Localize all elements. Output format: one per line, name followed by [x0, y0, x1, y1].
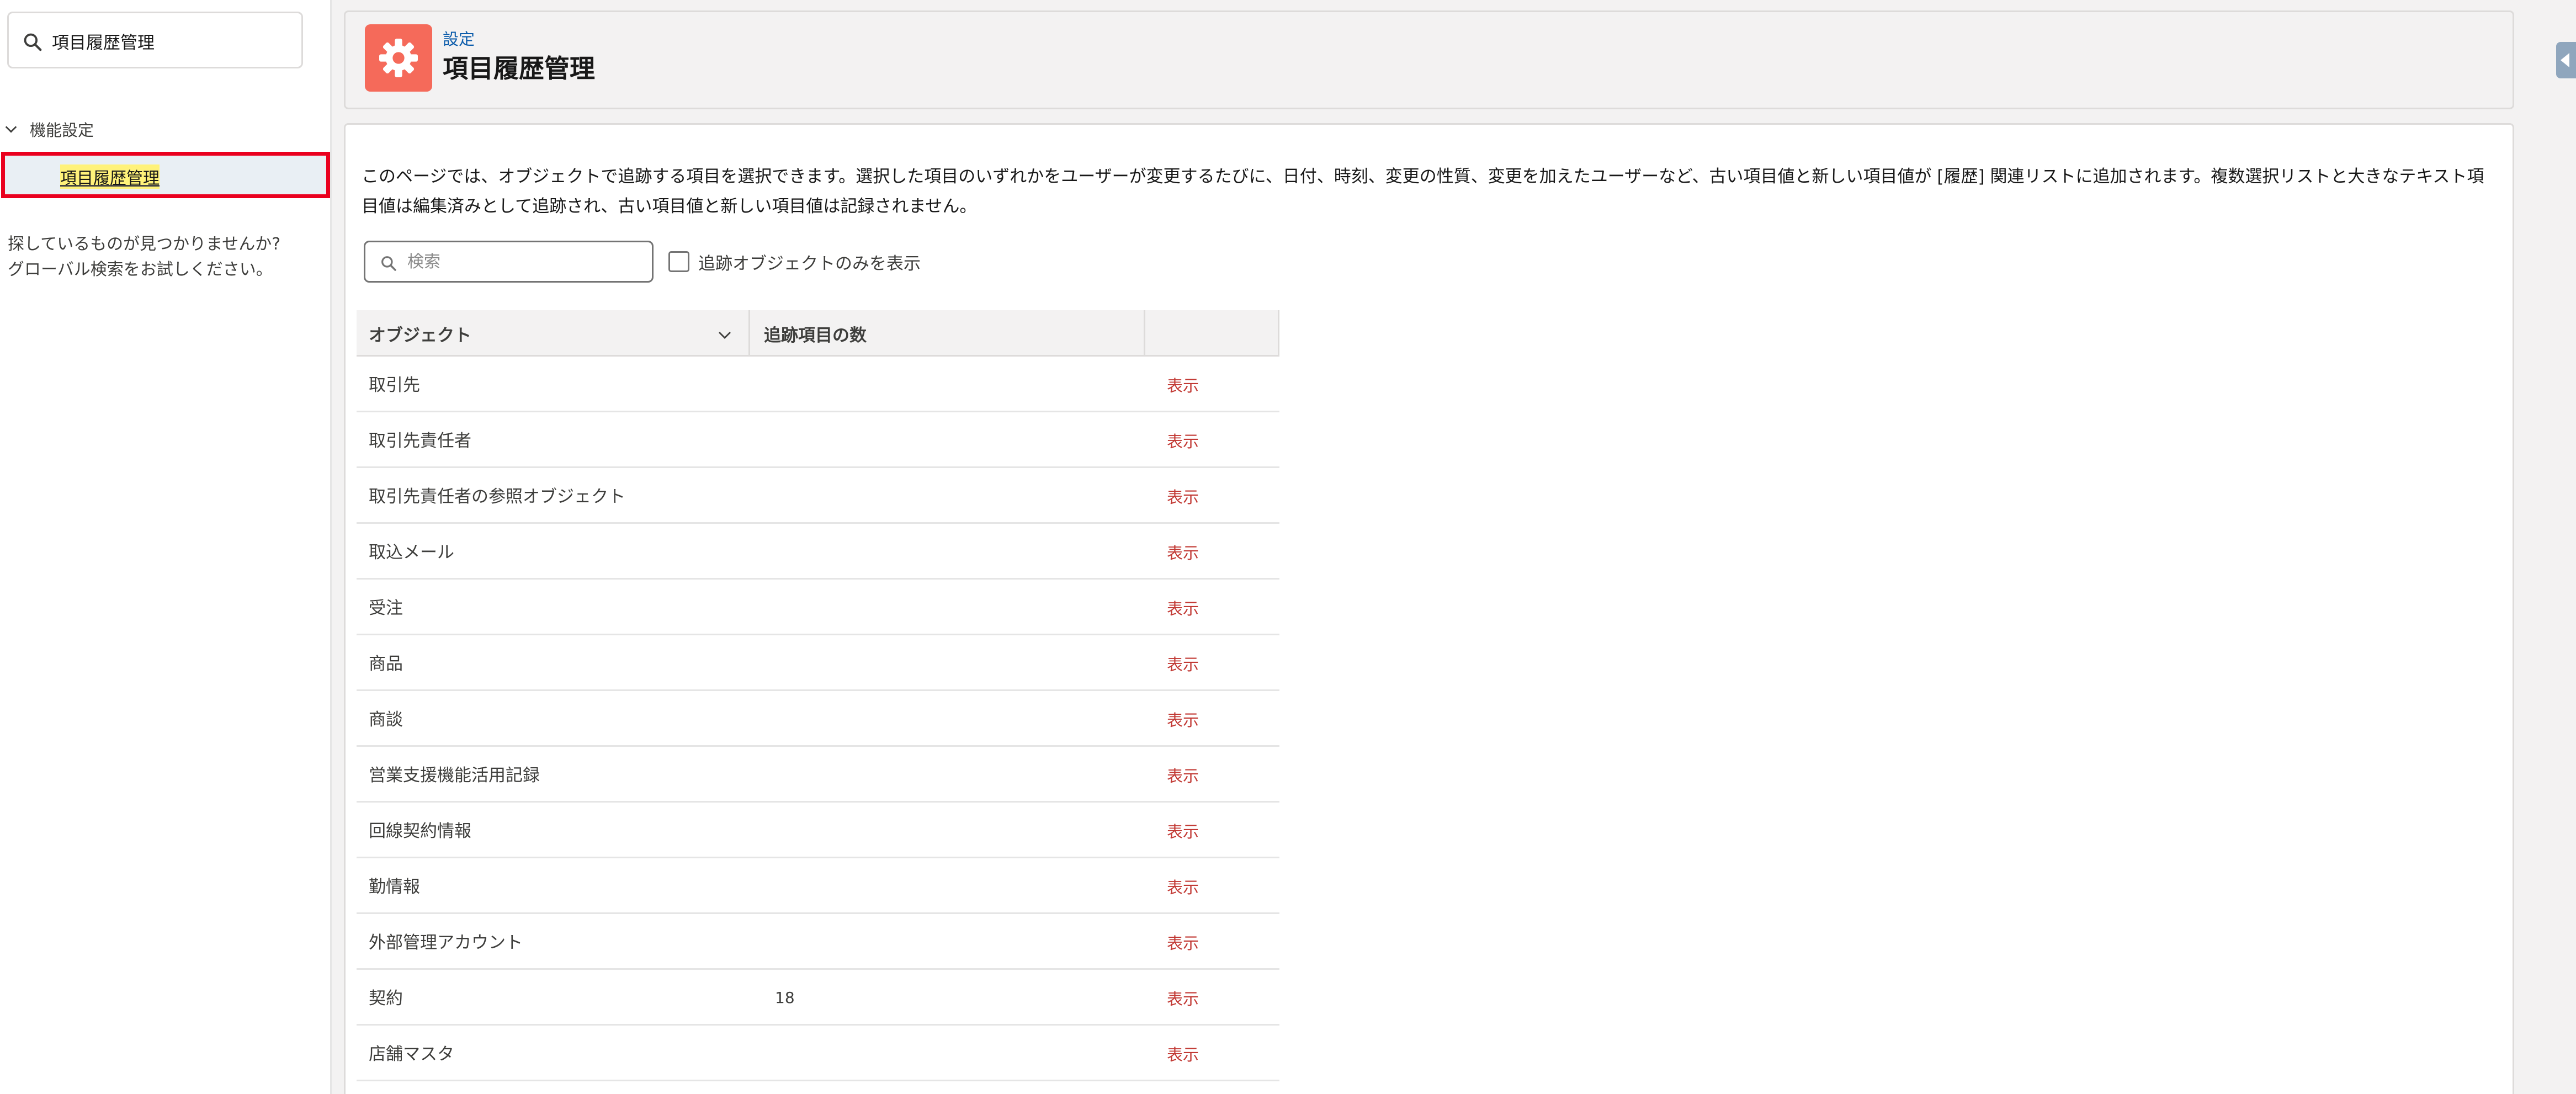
tree-group-label: 機能設定 — [30, 121, 94, 140]
row-view-link[interactable]: 表示 — [1167, 373, 1199, 396]
row-object-name: 取引先責任者の参照オブジェクト — [369, 487, 625, 507]
quick-find-input[interactable] — [52, 24, 295, 57]
table-row: 取引先責任者 表示 — [357, 412, 1279, 468]
row-view-link[interactable]: 表示 — [1167, 763, 1199, 787]
column-header-object-label: オブジェクト — [369, 325, 471, 346]
object-table: オブジェクト 追跡項目の数 取引先 表示 取引先責任者 表示 取引先責任者の参照… — [357, 310, 1279, 1081]
row-object-name: 商談 — [369, 710, 403, 730]
not-found-line-2: グローバル検索をお試しください。 — [8, 260, 273, 279]
tracked-only-label: 追跡オブジェクトのみを表示 — [698, 253, 921, 274]
row-view-link[interactable]: 表示 — [1167, 596, 1199, 619]
row-object-name: 回線契約情報 — [369, 821, 471, 841]
not-found-hint: 探しているものが見つかりませんか? グローバル検索をお試しください。 — [8, 232, 322, 283]
search-icon — [24, 33, 42, 51]
chevron-down-icon[interactable] — [716, 327, 733, 343]
table-row: 取込メール 表示 — [357, 524, 1279, 580]
column-header-count-label: 追跡項目の数 — [764, 325, 867, 346]
table-body: 取引先 表示 取引先責任者 表示 取引先責任者の参照オブジェクト 表示 取込メー… — [357, 357, 1279, 1081]
object-search-box — [364, 241, 654, 283]
table-row: 受注 表示 — [357, 580, 1279, 635]
tree-group-feature-settings[interactable]: 機能設定 — [3, 117, 94, 141]
header-icon-tile — [365, 24, 432, 92]
table-row: 営業支援機能活用記録 表示 — [357, 747, 1279, 803]
tracked-only-checkbox[interactable] — [668, 251, 689, 272]
row-view-link[interactable]: 表示 — [1167, 875, 1199, 898]
row-object-name: 取引先責任者 — [369, 431, 471, 451]
object-search-input[interactable] — [407, 248, 645, 275]
row-object-name: 店舗マスタ — [369, 1044, 454, 1064]
gear-icon — [379, 39, 418, 77]
row-object-name: 取込メール — [369, 543, 454, 562]
table-row: 勤情報 表示 — [357, 858, 1279, 914]
page-description: このページでは、オブジェクトで追跡する項目を選択できます。選択した項目のいずれか… — [362, 167, 2484, 216]
row-view-link[interactable]: 表示 — [1167, 819, 1199, 842]
row-object-name: 勤情報 — [369, 877, 420, 897]
table-row: 商談 表示 — [357, 691, 1279, 747]
row-object-name: 外部管理アカウント — [369, 933, 523, 953]
tree-item-label[interactable]: 項目履歴管理 — [60, 164, 160, 189]
not-found-line-1: 探しているものが見つかりませんか? — [8, 235, 281, 254]
table-row: 外部管理アカウント 表示 — [357, 914, 1279, 970]
tree-item-field-history[interactable]: 項目履歴管理 — [1, 152, 330, 198]
row-view-link[interactable]: 表示 — [1167, 1042, 1199, 1065]
row-object-name: 営業支援機能活用記録 — [369, 766, 540, 785]
breadcrumb-setup[interactable]: 設定 — [443, 26, 475, 50]
row-view-link[interactable]: 表示 — [1167, 931, 1199, 954]
table-row: 回線契約情報 表示 — [357, 803, 1279, 858]
table-row: 取引先 表示 — [357, 357, 1279, 412]
table-row: 契約 18 表示 — [357, 970, 1279, 1026]
row-view-link[interactable]: 表示 — [1167, 485, 1199, 508]
page-header: 設定 項目履歴管理 — [344, 10, 2514, 109]
chevron-down-icon — [5, 126, 17, 133]
column-header-object[interactable]: オブジェクト — [357, 310, 750, 357]
sidebar-divider — [330, 0, 332, 1094]
row-object-name: 商品 — [369, 654, 403, 674]
row-view-link[interactable]: 表示 — [1167, 652, 1199, 675]
table-row: 商品 表示 — [357, 635, 1279, 691]
main-content-card: このページでは、オブジェクトで追跡する項目を選択できます。選択した項目のいずれか… — [344, 123, 2514, 1094]
setup-sidebar: 機能設定 項目履歴管理 探しているものが見つかりませんか? グローバル検索をお試… — [0, 0, 330, 1094]
row-view-link[interactable]: 表示 — [1167, 986, 1199, 1010]
column-header-count[interactable]: 追跡項目の数 — [752, 310, 1145, 357]
column-header-action — [1147, 310, 1278, 357]
table-header-row: オブジェクト 追跡項目の数 — [357, 310, 1279, 357]
page-title: 項目履歴管理 — [443, 54, 595, 83]
row-tracked-count: 18 — [775, 989, 795, 1007]
row-view-link[interactable]: 表示 — [1167, 429, 1199, 452]
quick-find-box — [7, 12, 303, 68]
table-row: 取引先責任者の参照オブジェクト 表示 — [357, 468, 1279, 524]
row-view-link[interactable]: 表示 — [1167, 540, 1199, 564]
tracked-only-toggle[interactable]: 追跡オブジェクトのみを表示 — [668, 249, 921, 274]
row-object-name: 契約 — [369, 989, 403, 1008]
row-object-name: 取引先 — [369, 375, 420, 395]
row-object-name: 受注 — [369, 598, 403, 618]
row-view-link[interactable]: 表示 — [1167, 708, 1199, 731]
panel-collapse-handle[interactable] — [2556, 42, 2576, 78]
search-icon — [381, 256, 396, 271]
table-row: 店舗マスタ 表示 — [357, 1026, 1279, 1081]
